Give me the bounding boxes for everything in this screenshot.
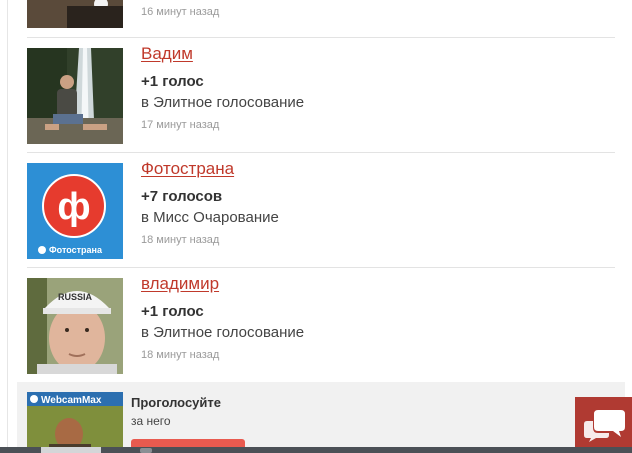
contest-name: в Мисс Очарование <box>141 209 279 226</box>
user-name-link[interactable]: владимир <box>141 274 304 294</box>
feed-item: RUSSIA владимир +1 голос в Элитное голос… <box>27 268 615 382</box>
avatar[interactable] <box>27 0 123 28</box>
avatar[interactable]: ф Фотострана <box>27 163 123 259</box>
logo-caption: Фотострана <box>49 245 103 255</box>
promo-avatar-caption: WebcamMax <box>41 395 102 406</box>
left-border <box>7 0 8 453</box>
promo-title: Проголосуйте <box>131 395 221 410</box>
feed-item: ф Фотострана Фотострана +7 голосов в Мис… <box>27 153 615 268</box>
webcam-photo-icon: WebcamMax <box>27 392 123 453</box>
promo-subtitle: за него <box>131 414 171 428</box>
avatar[interactable] <box>27 48 123 144</box>
cap-text: RUSSIA <box>58 292 93 302</box>
vote-count: +1 голос <box>141 73 204 90</box>
waterfall-photo-icon <box>27 48 123 144</box>
user-name-link[interactable]: Фотострана <box>141 159 279 179</box>
vote-count: +7 голосов <box>141 188 223 205</box>
feed-item: Вадим +1 голос в Элитное голосование 17 … <box>27 38 615 153</box>
taskbar-tab[interactable] <box>41 447 101 453</box>
promo-avatar[interactable]: WebcamMax <box>27 392 123 453</box>
portrait-photo-icon: RUSSIA <box>27 278 123 374</box>
user-name-link[interactable]: Вадим <box>141 44 304 64</box>
timestamp: 18 минут назад <box>141 349 220 361</box>
taskbar-indicator <box>140 448 152 453</box>
contest-name: в Элитное голосование <box>141 94 305 111</box>
timestamp: 16 минут назад <box>141 6 220 18</box>
vote-count: +1 голос <box>141 303 204 320</box>
chat-bubbles-icon <box>584 410 625 442</box>
timestamp: 17 минут назад <box>141 119 220 131</box>
fotostrana-logo-icon: ф Фотострана <box>27 163 123 259</box>
landscape-photo-icon <box>27 0 123 28</box>
feed-item: 16 минут назад <box>27 0 615 38</box>
avatar[interactable]: RUSSIA <box>27 278 123 374</box>
chat-button[interactable] <box>575 397 632 447</box>
logo-letter: ф <box>57 186 90 228</box>
timestamp: 18 минут назад <box>141 234 220 246</box>
vote-promo: WebcamMax Проголосуйте за него <box>17 382 625 453</box>
contest-name: в Элитное голосование <box>141 324 305 341</box>
